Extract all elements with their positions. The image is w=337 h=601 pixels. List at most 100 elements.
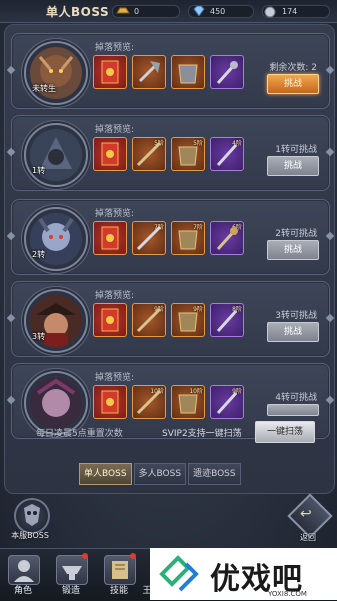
- server-boss-button[interactable]: 本服BOSS: [6, 498, 54, 544]
- challenge-button[interactable]: [267, 404, 319, 416]
- boss-portrait-frame: 2转: [24, 207, 88, 271]
- card-ornament: [6, 313, 16, 323]
- svip-info: SVIP2支持一键扫荡: [162, 429, 242, 439]
- drop-item-armor[interactable]: 9阶: [171, 303, 205, 337]
- drop-preview-label: 掉落预览:: [95, 209, 135, 219]
- drop-preview-label: 掉落预览:: [95, 43, 135, 53]
- anvil-icon: [56, 555, 88, 585]
- nav-character[interactable]: 角色: [2, 553, 44, 597]
- nav-forge[interactable]: 锻造: [50, 553, 92, 597]
- remaining-attempts: 剩余次数: 2: [269, 63, 317, 73]
- card-ornament: [325, 65, 334, 75]
- drop-items: 5阶 5阶 4阶: [93, 137, 244, 171]
- drop-items: [93, 55, 244, 89]
- rebirth-label: 未转生: [32, 84, 56, 93]
- card-ornament: [6, 147, 16, 157]
- card-ornament: [325, 395, 334, 405]
- unlock-requirement: 4转可挑战: [275, 393, 317, 403]
- drop-item-sword[interactable]: 10阶: [132, 385, 166, 419]
- silver-coin-icon: [264, 6, 278, 18]
- boss-portrait-frame: 未转生: [24, 41, 88, 105]
- reset-info: 每日凌晨5点重置次数: [36, 429, 123, 439]
- rebirth-label: 2转: [32, 250, 46, 259]
- drop-item-axe[interactable]: [132, 55, 166, 89]
- drop-items: 9阶 9阶 8阶: [93, 303, 244, 337]
- unlock-requirement: 3转可挑战: [275, 311, 317, 321]
- character-icon: [8, 555, 40, 585]
- drop-item-armor[interactable]: 10阶: [171, 385, 205, 419]
- drop-item-sword[interactable]: 7阶: [132, 221, 166, 255]
- one-click-sweep-button[interactable]: 一键扫荡: [255, 421, 315, 443]
- nav-skills[interactable]: 技能: [98, 553, 140, 597]
- drop-item-armor[interactable]: 5阶: [171, 137, 205, 171]
- drop-item-red-packet[interactable]: [93, 221, 127, 255]
- drop-items: 7阶 7阶 6阶: [93, 221, 244, 255]
- boss-card-4: 3转 掉落预览: 9阶 9阶 8阶 3转可挑战 挑战: [6, 281, 334, 357]
- nav-label: 技能: [109, 586, 128, 596]
- card-ornament: [6, 65, 16, 75]
- boss-type-tabs: 单人BOSS 多人BOSS 遗迹BOSS: [79, 463, 241, 485]
- challenge-button[interactable]: 挑战: [267, 240, 319, 260]
- diamond-icon: [192, 5, 206, 17]
- drop-item-weapon[interactable]: [210, 55, 244, 89]
- challenge-button[interactable]: 挑战: [267, 74, 319, 94]
- card-ornament: [325, 313, 334, 323]
- unlock-requirement: 2转可挑战: [275, 229, 317, 239]
- drop-item-weapon[interactable]: 9阶: [210, 385, 244, 419]
- back-label: 返回: [300, 533, 316, 542]
- gold-ingot-icon: [116, 6, 130, 16]
- card-ornament: [6, 231, 16, 241]
- boss-portrait-frame: 3转: [24, 289, 88, 353]
- drop-preview-label: 掉落预览:: [95, 125, 135, 135]
- drop-item-sword[interactable]: 9阶: [132, 303, 166, 337]
- drop-item-weapon[interactable]: 6阶: [210, 221, 244, 255]
- drop-item-armor[interactable]: 7阶: [171, 221, 205, 255]
- rebirth-label: 1转: [32, 166, 46, 175]
- rebirth-label: 3转: [32, 332, 46, 341]
- drop-item-armor[interactable]: [171, 55, 205, 89]
- card-ornament: [325, 147, 334, 157]
- boss-card-3: 2转 掉落预览: 7阶 7阶 6阶 2转可挑战 挑战: [6, 199, 334, 275]
- skill-book-icon: [104, 555, 136, 585]
- drop-preview-label: 掉落预览:: [95, 291, 135, 301]
- drop-item-weapon[interactable]: 8阶: [210, 303, 244, 337]
- boss-card-2: 1转 掉落预览: 5阶 5阶 4阶 1转可挑战 挑战: [6, 115, 334, 191]
- card-ornament: [6, 395, 16, 405]
- notification-dot: [130, 553, 136, 559]
- tab-multi-boss[interactable]: 多人BOSS: [133, 463, 187, 485]
- challenge-button[interactable]: 挑战: [267, 322, 319, 342]
- nav-label: 锻造: [61, 586, 80, 596]
- boss-portrait: [30, 377, 82, 429]
- drop-item-red-packet[interactable]: [93, 137, 127, 171]
- watermark-url: YOXI8.COM: [268, 590, 307, 598]
- tab-ruins-boss[interactable]: 遗迹BOSS: [188, 463, 241, 485]
- card-ornament: [325, 231, 334, 241]
- tab-single-boss[interactable]: 单人BOSS: [79, 463, 132, 485]
- drop-items: 10阶 10阶 9阶: [93, 385, 244, 419]
- watermark-logo-icon: [158, 554, 202, 594]
- silver-value: 174: [282, 6, 298, 16]
- nav-label: 角色: [13, 586, 32, 596]
- boss-card-1: 未转生 掉落预览: 剩余次数: 2 挑战: [6, 33, 334, 109]
- gold-value: 0: [134, 6, 140, 16]
- drop-item-sword[interactable]: 5阶: [132, 137, 166, 171]
- boss-portrait-frame: 1转: [24, 123, 88, 187]
- watermark: 优戏吧 YOXI8.COM: [150, 548, 337, 600]
- gem-value: 450: [210, 6, 226, 16]
- page-title: 单人BOSS: [46, 5, 110, 19]
- drop-item-red-packet[interactable]: [93, 55, 127, 89]
- challenge-button[interactable]: 挑战: [267, 156, 319, 176]
- back-button[interactable]: ↩ 返回: [287, 493, 333, 544]
- server-boss-label: 本服BOSS: [11, 531, 49, 540]
- top-bar: 单人BOSS 0 450 174: [0, 0, 337, 23]
- return-arrow-icon: ↩: [300, 506, 312, 522]
- gem-counter: 450: [192, 4, 225, 18]
- silver-counter: 174: [264, 4, 297, 18]
- unlock-requirement: 1转可挑战: [275, 145, 317, 155]
- drop-item-weapon[interactable]: 4阶: [210, 137, 244, 171]
- drop-item-red-packet[interactable]: [93, 303, 127, 337]
- demon-skull-icon: [14, 498, 50, 534]
- notification-dot: [82, 553, 88, 559]
- drop-item-red-packet[interactable]: [93, 385, 127, 419]
- gold-counter: 0: [116, 4, 139, 18]
